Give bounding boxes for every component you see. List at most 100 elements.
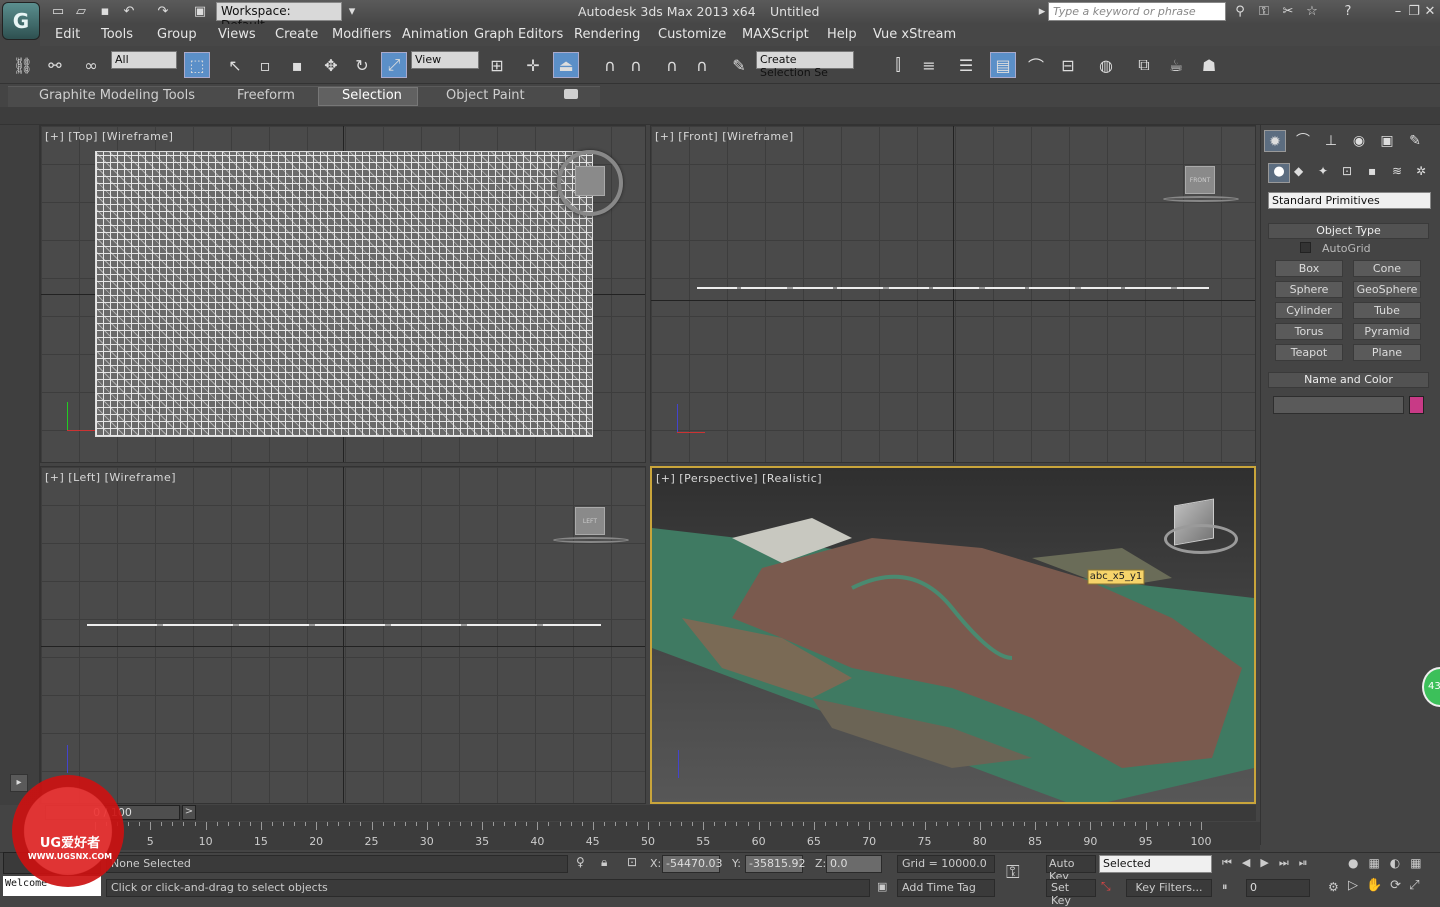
- viewcube-ring[interactable]: [553, 537, 629, 543]
- star-icon[interactable]: ☆: [1304, 4, 1320, 20]
- selection-filter-dropdown[interactable]: All: [111, 51, 177, 69]
- select-move-icon[interactable]: ✥: [318, 52, 344, 78]
- viewport-label-front[interactable]: [+] [Front] [Wireframe]: [655, 130, 794, 143]
- angle-snap-icon[interactable]: ∩: [623, 52, 649, 78]
- cylinder-button[interactable]: Cylinder: [1275, 302, 1343, 319]
- rendered-frame-window-icon[interactable]: ☕: [1163, 52, 1189, 78]
- reference-coordinate-dropdown[interactable]: View: [411, 51, 479, 69]
- time-config-icon[interactable]: ⚙: [1328, 880, 1339, 894]
- default-in-out-tangent-icon[interactable]: ⤡: [1101, 879, 1111, 894]
- viewcube-ring[interactable]: [1163, 196, 1239, 202]
- menu-rendering[interactable]: Rendering: [574, 27, 640, 42]
- pivot-center-icon[interactable]: ⊞: [484, 52, 510, 78]
- material-editor-icon[interactable]: ◍: [1093, 52, 1119, 78]
- key-filters-button[interactable]: Key Filters...: [1126, 879, 1212, 897]
- viewcube-left[interactable]: LEFT: [575, 507, 605, 535]
- object-type-rollout-header[interactable]: Object Type: [1268, 223, 1429, 239]
- menu-graph-editors[interactable]: Graph Editors: [474, 27, 563, 42]
- spinner-snap-icon[interactable]: ∩: [689, 52, 715, 78]
- select-object-icon[interactable]: ⬚: [184, 52, 210, 78]
- redo-icon[interactable]: ↷: [155, 4, 171, 20]
- display-tab-icon[interactable]: ▣: [1376, 130, 1398, 152]
- edit-named-selection-icon[interactable]: ✎: [726, 52, 752, 78]
- z-coordinate-input[interactable]: 0.0: [826, 855, 882, 873]
- select-manipulate-icon[interactable]: ✛: [520, 52, 546, 78]
- box-button[interactable]: Box: [1275, 260, 1343, 277]
- menu-create[interactable]: Create: [275, 27, 318, 42]
- percent-snap-icon[interactable]: ∩: [659, 52, 685, 78]
- space-warps-icon[interactable]: ≋: [1392, 164, 1402, 178]
- object-name-input[interactable]: [1273, 396, 1404, 414]
- auto-key-button[interactable]: Auto Key: [1046, 855, 1096, 883]
- geosphere-button[interactable]: GeoSphere: [1353, 281, 1421, 298]
- playback-controls-icon[interactable]: ⏮◀▶⏭⏯: [1222, 856, 1318, 870]
- current-frame-input[interactable]: 0: [1246, 879, 1310, 897]
- viewport-navigation-icons[interactable]: ●▦◐▦: [1348, 856, 1432, 870]
- object-color-swatch[interactable]: [1409, 396, 1424, 414]
- utilities-tab-icon[interactable]: ✎: [1404, 130, 1426, 152]
- app-logo-button[interactable]: G: [2, 2, 40, 40]
- autogrid-checkbox[interactable]: [1300, 242, 1311, 253]
- schematic-view-icon[interactable]: ⊟: [1055, 52, 1081, 78]
- terrain-map-plane[interactable]: [652, 468, 1254, 802]
- isolate-icon[interactable]: ♀: [576, 855, 585, 869]
- unlink-icon[interactable]: ⚯: [42, 52, 68, 78]
- render-production-icon[interactable]: ☗: [1196, 52, 1222, 78]
- pyramid-button[interactable]: Pyramid: [1353, 323, 1421, 340]
- menu-views[interactable]: Views: [218, 27, 256, 42]
- ribbon-tab-object-paint[interactable]: Object Paint: [446, 88, 525, 103]
- close-icon[interactable]: ✕: [1422, 4, 1438, 20]
- viewport-front[interactable]: FRONT [+] [Front] [Wireframe]: [650, 125, 1256, 463]
- set-key-icon[interactable]: ⚿: [1006, 862, 1020, 883]
- primitive-type-dropdown[interactable]: Standard Primitives: [1268, 192, 1431, 209]
- menu-animation[interactable]: Animation: [402, 27, 468, 42]
- search-input[interactable]: Type a keyword or phrase: [1048, 2, 1226, 21]
- menu-maxscript[interactable]: MAXScript: [742, 27, 809, 42]
- viewport-label-top[interactable]: [+] [Top] [Wireframe]: [45, 130, 173, 143]
- motion-tab-icon[interactable]: ◉: [1348, 130, 1370, 152]
- viewport-top[interactable]: [+] [Top] [Wireframe]: [40, 125, 646, 463]
- keyboard-shortcut-override-icon[interactable]: ⏏: [553, 52, 579, 78]
- workspace-dropdown[interactable]: Workspace: Default: [216, 2, 342, 32]
- wireframe-plane[interactable]: [95, 151, 593, 437]
- teapot-button[interactable]: Teapot: [1275, 344, 1343, 361]
- x-coordinate-input[interactable]: -54470.03: [662, 855, 722, 873]
- tools-icon[interactable]: ✂: [1280, 4, 1296, 20]
- select-rotate-icon[interactable]: ↻: [349, 52, 375, 78]
- shapes-icon[interactable]: ◆: [1294, 164, 1303, 178]
- viewport-label-left[interactable]: [+] [Left] [Wireframe]: [45, 471, 176, 484]
- viewport-label-perspective[interactable]: [+] [Perspective] [Realistic]: [656, 472, 822, 485]
- expand-trackbar-icon[interactable]: ▸: [10, 774, 28, 792]
- key-mode-dropdown[interactable]: Selected: [1099, 855, 1212, 873]
- window-crossing-icon[interactable]: ▪: [284, 52, 310, 78]
- add-time-tag-button[interactable]: Add Time Tag: [897, 879, 995, 897]
- ribbon-tab-graphite-modeling-tools[interactable]: Graphite Modeling Tools: [39, 88, 195, 103]
- viewcube-front[interactable]: FRONT: [1185, 166, 1215, 194]
- named-selection-dropdown[interactable]: Create Selection Se: [756, 51, 854, 79]
- key-icon[interactable]: ⚿: [1256, 4, 1272, 20]
- open-file-icon[interactable]: ▱: [73, 4, 89, 20]
- plane-button[interactable]: Plane: [1353, 344, 1421, 361]
- plane-edge-line[interactable]: [697, 287, 1209, 289]
- sphere-button[interactable]: Sphere: [1275, 281, 1343, 298]
- track-bar[interactable]: 5 10 15 20 25 30 35 40 45 50 55 60 65 70 75 80 85 90 95 100: [42, 822, 1260, 850]
- help-icon[interactable]: ?: [1340, 4, 1356, 20]
- render-setup-icon[interactable]: ⧉: [1131, 52, 1157, 78]
- cone-button[interactable]: Cone: [1353, 260, 1421, 277]
- mirror-icon[interactable]: ⫿: [885, 52, 911, 78]
- menu-group[interactable]: Group: [157, 27, 197, 42]
- viewcube-top[interactable]: [575, 166, 605, 196]
- modify-tab-icon[interactable]: ⌒: [1292, 130, 1314, 152]
- menu-vue-xstream[interactable]: Vue xStream: [873, 27, 956, 42]
- select-by-name-icon[interactable]: ↖: [222, 52, 248, 78]
- project-folder-icon[interactable]: ▣: [192, 4, 208, 20]
- quick-access-dropdown-icon[interactable]: ▾: [344, 4, 360, 20]
- plane-edge-line[interactable]: [87, 624, 601, 626]
- next-frame-icon[interactable]: >: [182, 805, 196, 820]
- ribbon-tab-freeform[interactable]: Freeform: [237, 88, 295, 103]
- viewport-left[interactable]: LEFT [+] [Left] [Wireframe]: [40, 466, 646, 804]
- systems-icon[interactable]: ✲: [1416, 164, 1426, 178]
- y-coordinate-input[interactable]: -35815.92: [745, 855, 805, 873]
- torus-button[interactable]: Torus: [1275, 323, 1343, 340]
- select-scale-icon[interactable]: ⤢: [381, 52, 407, 78]
